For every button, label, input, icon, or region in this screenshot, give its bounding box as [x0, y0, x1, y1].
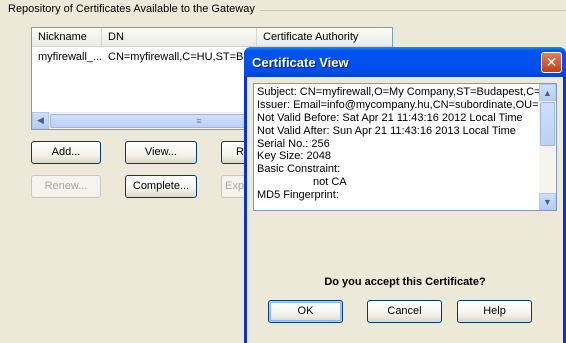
ok-button[interactable]: OK: [268, 300, 343, 323]
issuer-line: Issuer: Email=info@mycompany.hu,CN=subor…: [257, 98, 541, 111]
column-header-ca[interactable]: Certificate Authority: [257, 28, 394, 47]
subject-line: Subject: CN=myfirewall,O=My Company,ST=B…: [257, 86, 541, 98]
close-icon[interactable]: ✕: [541, 52, 562, 73]
grip-icon: ≡: [196, 116, 202, 126]
vertical-scroll-thumb[interactable]: [540, 102, 555, 146]
group-box-line: [260, 10, 566, 11]
certificate-view-dialog: Certificate View ✕ Subject: CN=myfirewal…: [244, 47, 566, 343]
valid-after-line: Not Valid After: Sun Apr 21 11:43:16 201…: [257, 124, 516, 137]
dialog-title-bar[interactable]: Certificate View ✕: [244, 47, 566, 77]
column-header-dn[interactable]: DN: [102, 28, 257, 47]
accept-question: Do you accept this Certificate?: [324, 276, 486, 288]
dialog-title: Certificate View: [252, 55, 349, 70]
renew-button[interactable]: Renew...: [31, 175, 101, 198]
vertical-scrollbar[interactable]: ▲ ▼: [539, 84, 556, 210]
cancel-button[interactable]: Cancel: [367, 300, 442, 323]
certificate-details-text[interactable]: Subject: CN=myfirewall,O=My Company,ST=B…: [253, 83, 557, 211]
not-ca-line: not CA: [313, 176, 347, 189]
column-header-nickname[interactable]: Nickname: [32, 28, 102, 47]
add-button[interactable]: Add...: [31, 141, 101, 164]
complete-button[interactable]: Complete...: [125, 175, 197, 198]
scroll-left-icon[interactable]: ◀: [32, 112, 49, 129]
list-header: Nickname DN Certificate Authority: [32, 28, 392, 47]
help-button[interactable]: Help: [457, 300, 532, 323]
scroll-down-icon[interactable]: ▼: [539, 193, 556, 210]
repository-group-title: Repository of Certificates Available to …: [6, 3, 257, 15]
cell-nickname: myfirewall_...: [38, 51, 102, 63]
view-button[interactable]: View...: [125, 141, 197, 164]
scroll-up-icon[interactable]: ▲: [539, 84, 556, 101]
valid-before-line: Not Valid Before: Sat Apr 21 11:43:16 20…: [257, 111, 523, 124]
key-size-line: Key Size: 2048: [257, 150, 331, 163]
cell-dn: CN=myfirewall,C=HU,ST=B...: [108, 51, 253, 63]
dialog-body: Subject: CN=myfirewall,O=My Company,ST=B…: [247, 77, 563, 343]
md5-fingerprint-line: MD5 Fingerprint:: [257, 189, 339, 202]
serial-line: Serial No.: 256: [257, 137, 330, 150]
certificate-details-lines: Subject: CN=myfirewall,O=My Company,ST=B…: [257, 86, 541, 202]
basic-constraint-line: Basic Constraint:: [257, 163, 341, 176]
